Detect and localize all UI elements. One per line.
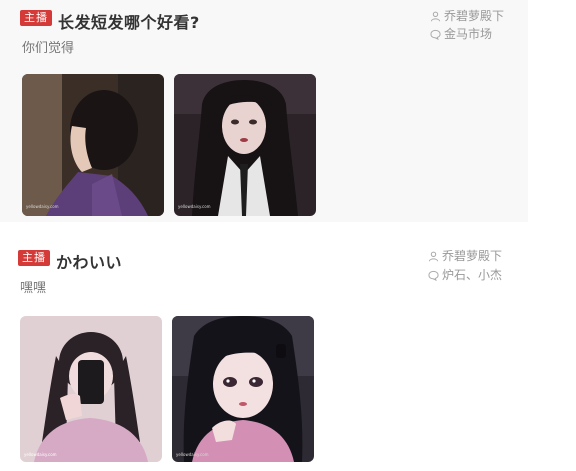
post-image-1[interactable]: yellowdaisy.com <box>20 316 162 462</box>
post-divider <box>0 224 528 234</box>
post-card-1[interactable]: 主播 长发短发哪个好看? 你们觉得 乔碧萝殿下 金马市场 yellowdaisy… <box>0 0 528 222</box>
post-tags[interactable]: 炉石、小杰 <box>428 266 502 284</box>
feed: 主播 长发短发哪个好看? 你们觉得 乔碧萝殿下 金马市场 yellowdaisy… <box>0 0 576 471</box>
anchor-badge: 主播 <box>18 250 50 266</box>
person-icon <box>428 251 439 262</box>
tag-text: 金马市场 <box>444 27 493 41</box>
post-card-2[interactable]: 主播 かわいい 嘿嘿 乔碧萝殿下 炉石、小杰 yellowdaisy.com y… <box>0 236 528 471</box>
comment-icon <box>428 270 439 282</box>
author-name: 乔碧萝殿下 <box>444 9 505 23</box>
post-image-1[interactable]: yellowdaisy.com <box>22 74 164 216</box>
watermark: yellowdaisy.com <box>178 204 211 209</box>
post-subtitle: 嘿嘿 <box>20 281 47 296</box>
photo-anime-girl-icon: yellowdaisy.com <box>172 316 314 462</box>
tag-text: 炉石、小杰 <box>442 268 503 282</box>
watermark: yellowdaisy.com <box>26 204 59 209</box>
watermark: yellowdaisy.com <box>176 452 209 457</box>
post-author[interactable]: 乔碧萝殿下 <box>428 247 502 265</box>
post-tags[interactable]: 金马市场 <box>430 25 492 43</box>
author-name: 乔碧萝殿下 <box>442 249 503 263</box>
person-icon <box>430 11 441 22</box>
photo-mirror-selfie-icon: yellowdaisy.com <box>20 316 162 462</box>
post-subtitle: 你们觉得 <box>22 41 75 56</box>
post-title[interactable]: 长发短发哪个好看? <box>58 9 200 33</box>
photo-long-hair-icon: yellowdaisy.com <box>174 74 316 216</box>
anchor-badge: 主播 <box>20 10 52 26</box>
photo-short-hair-icon: yellowdaisy.com <box>22 74 164 216</box>
post-title[interactable]: かわいい <box>56 249 122 273</box>
post-image-2[interactable]: yellowdaisy.com <box>172 316 314 462</box>
watermark: yellowdaisy.com <box>24 452 57 457</box>
comment-icon <box>430 29 441 41</box>
post-image-2[interactable]: yellowdaisy.com <box>174 74 316 216</box>
post-author[interactable]: 乔碧萝殿下 <box>430 7 504 25</box>
